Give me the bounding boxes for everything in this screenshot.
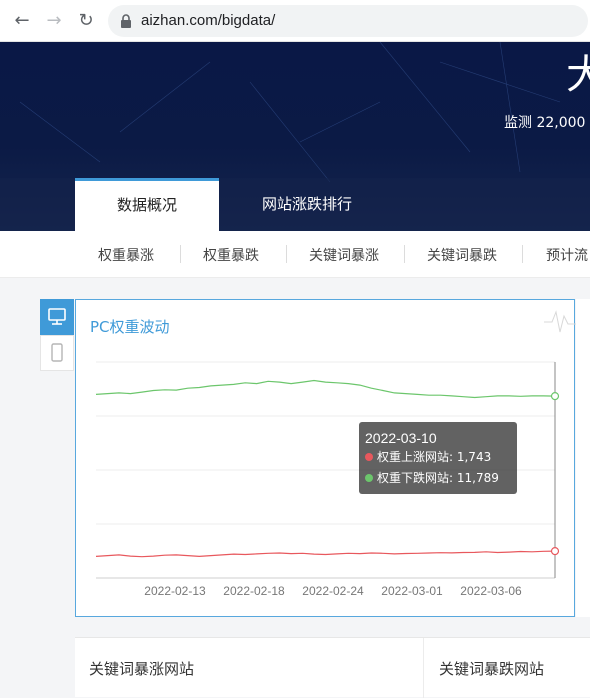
- mobile-phone-icon: [51, 343, 63, 362]
- url-text: aizhan.com/bigdata/: [141, 12, 276, 29]
- subnav-keyword-up[interactable]: 关键词暴涨: [309, 245, 379, 265]
- reload-icon[interactable]: ↻: [76, 11, 96, 31]
- series-line-up: [95, 550, 556, 558]
- main-tabs: 数据概况 网站涨跌排行: [0, 178, 590, 231]
- tooltip-row-up: 权重上涨网站: 1,743: [365, 447, 511, 468]
- hero-title: 大: [566, 52, 590, 98]
- x-tick-label: 2022-02-24: [302, 584, 364, 598]
- hero-banner: 大 监测 22,000 数据概况 网站涨跌排行: [0, 42, 590, 231]
- tab-overview[interactable]: 数据概况: [75, 178, 219, 231]
- series-end-point: [550, 392, 560, 401]
- chart-tooltip: 2022-03-10 权重上涨网站: 1,743 权重下跌网站: 11,789: [359, 422, 517, 494]
- pc-weight-chart-card: PC权重波动 2022-02-13 2022-02-18 2022-02-24 202…: [75, 299, 576, 617]
- x-tick-label: 2022-03-06: [460, 584, 522, 598]
- series-line-down: [95, 379, 556, 399]
- hero-subtitle: 监测 22,000: [504, 115, 586, 131]
- x-tick-label: 2022-03-01: [381, 584, 443, 598]
- subnav-divider: [180, 245, 181, 263]
- address-bar[interactable]: aizhan.com/bigdata/: [108, 5, 588, 37]
- right-card-edge: [576, 299, 590, 617]
- subnav-traffic[interactable]: 预计流: [546, 245, 588, 265]
- tab-site-ranking[interactable]: 网站涨跌排行: [232, 178, 382, 231]
- bottom-divider: [423, 638, 424, 698]
- subnav-divider: [286, 245, 287, 263]
- x-tick-label: 2022-02-18: [223, 584, 285, 598]
- heartbeat-decoration-icon: [544, 310, 576, 333]
- subnav-divider: [404, 245, 405, 263]
- keyword-down-sites-title: 关键词暴跌网站: [439, 660, 545, 678]
- tooltip-row-down: 权重下跌网站: 11,789: [365, 468, 511, 489]
- bottom-section: 关键词暴涨网站 关键词暴跌网站: [75, 637, 590, 698]
- sub-nav: 权重暴涨 权重暴跌 关键词暴涨 关键词暴跌 预计流: [0, 231, 590, 278]
- monitor-icon: [48, 308, 66, 325]
- series-end-point: [550, 547, 560, 556]
- tooltip-up-text: 权重上涨网站: 1,743: [377, 450, 492, 464]
- tooltip-down-text: 权重下跌网站: 11,789: [377, 471, 499, 485]
- subnav-weight-down[interactable]: 权重暴跌: [203, 245, 259, 265]
- browser-toolbar: ← → ↻ aizhan.com/bigdata/: [0, 0, 590, 42]
- keyword-up-sites-title: 关键词暴涨网站: [89, 660, 195, 678]
- subnav-keyword-down[interactable]: 关键词暴跌: [427, 245, 497, 265]
- green-dot-icon: [365, 474, 373, 482]
- x-tick-label: 2022-02-13: [144, 584, 206, 598]
- lock-icon: [121, 14, 131, 28]
- mobile-tab[interactable]: [40, 335, 74, 371]
- subnav-divider: [522, 245, 523, 263]
- tooltip-date: 2022-03-10: [365, 430, 437, 446]
- red-dot-icon: [365, 453, 373, 461]
- back-icon[interactable]: ←: [12, 11, 32, 31]
- forward-icon[interactable]: →: [44, 11, 64, 31]
- pc-tab[interactable]: [40, 299, 74, 335]
- subnav-weight-up[interactable]: 权重暴涨: [98, 245, 154, 265]
